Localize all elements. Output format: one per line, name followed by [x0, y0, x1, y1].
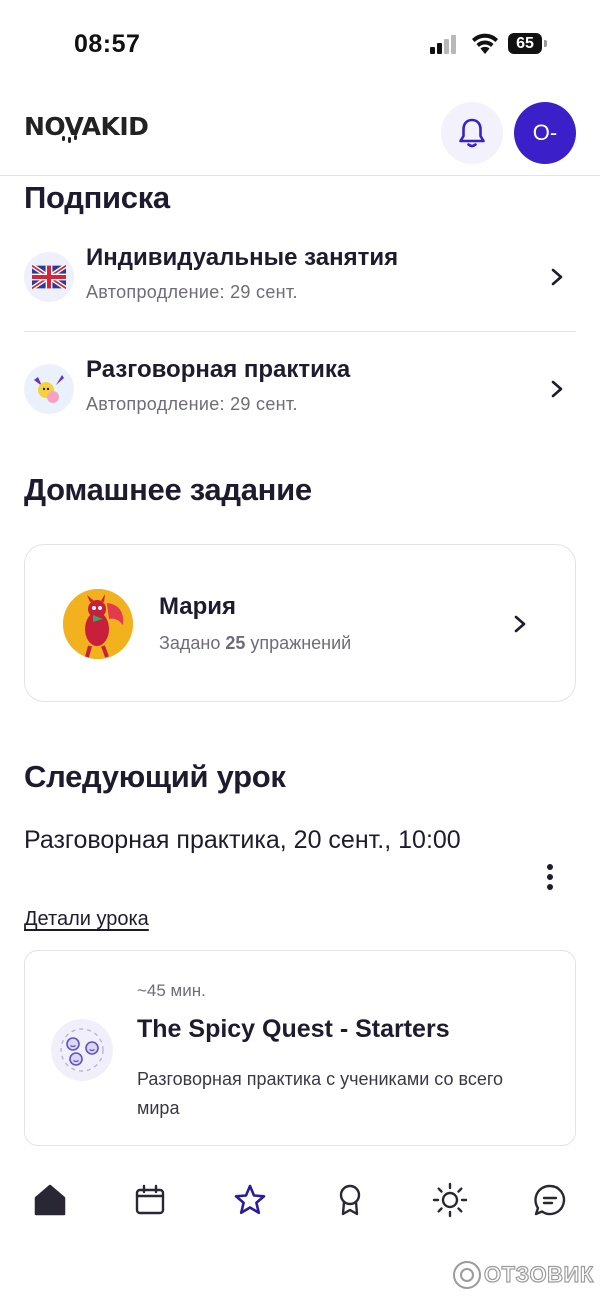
- battery-indicator: 65: [508, 33, 542, 54]
- lesson-details-link[interactable]: Детали урока: [24, 908, 149, 931]
- nav-achievements[interactable]: [328, 1178, 372, 1222]
- user-avatar-button[interactable]: O-: [514, 102, 576, 164]
- logo-rocket-flame-icon: [62, 135, 77, 143]
- nav-home[interactable]: [28, 1178, 72, 1222]
- conversation-practice-icon: [24, 364, 74, 414]
- homework-card[interactable]: Мария Задано 25 упражнений: [24, 544, 576, 702]
- subscription-title: Индивидуальные занятия: [86, 244, 399, 271]
- lesson-description: Разговорная практика с учениками со всег…: [137, 1069, 504, 1118]
- subscription-row-individual[interactable]: Индивидуальные занятия Автопродление: 29…: [24, 232, 576, 320]
- subscription-renewal: Автопродление: 29 сент.: [86, 394, 298, 414]
- homework-section-title: Домашнее задание: [24, 472, 312, 507]
- lesson-duration: ~45 мин.: [137, 981, 206, 1000]
- bell-icon: [459, 118, 485, 148]
- nav-activities[interactable]: [428, 1178, 472, 1222]
- uk-flag-icon: [24, 252, 74, 302]
- subscription-row-conversation[interactable]: Разговорная практика Автопродление: 29 с…: [24, 344, 576, 432]
- status-bar: 08:57 65: [0, 0, 600, 90]
- novakid-logo[interactable]: NOVAKID: [24, 112, 149, 141]
- status-time: 08:57: [74, 30, 141, 58]
- group-conversation-icon: [51, 1019, 113, 1081]
- lesson-title: The Spicy Quest - Starters: [137, 1015, 450, 1043]
- chevron-right-icon: [514, 615, 526, 633]
- subscription-section-title: Подписка: [24, 180, 170, 215]
- nav-favorites[interactable]: [228, 1178, 272, 1222]
- star-icon: [234, 1184, 266, 1215]
- nav-chat[interactable]: [528, 1178, 572, 1222]
- more-options-button[interactable]: [540, 862, 560, 892]
- next-lesson-section-title: Следующий урок: [24, 759, 286, 794]
- bottom-navigation: [0, 1160, 600, 1240]
- assigned-count: 25: [225, 633, 246, 653]
- subscription-renewal: Автопродление: 29 сент.: [86, 282, 298, 302]
- calendar-icon: [135, 1184, 165, 1215]
- cellular-signal-icon: [430, 34, 462, 54]
- battery-cap: [544, 40, 547, 47]
- watermark-text: ОТЗОВИК: [483, 1261, 594, 1287]
- notifications-button[interactable]: [441, 102, 503, 164]
- next-lesson-datetime: Разговорная практика, 20 сент., 10:00: [24, 826, 461, 854]
- chevron-right-icon: [551, 380, 563, 398]
- student-avatar-dragon-icon: [63, 589, 133, 659]
- app-header: NOVAKID O-: [0, 90, 600, 176]
- assigned-prefix: Задано: [159, 633, 221, 653]
- homework-assigned-text: Задано 25 упражнений: [159, 633, 351, 654]
- award-icon: [339, 1184, 361, 1216]
- sun-icon: [432, 1182, 468, 1218]
- home-icon: [34, 1184, 66, 1216]
- nav-calendar[interactable]: [128, 1178, 172, 1222]
- assigned-suffix: упражнений: [250, 633, 352, 653]
- chat-icon: [534, 1184, 566, 1216]
- student-name: Мария: [159, 593, 237, 620]
- subscription-title: Разговорная практика: [86, 356, 351, 383]
- chevron-right-icon: [551, 268, 563, 286]
- lesson-card[interactable]: ~45 мин. The Spicy Quest - Starters Разг…: [24, 950, 576, 1146]
- wifi-icon: [472, 33, 498, 54]
- divider: [24, 331, 576, 332]
